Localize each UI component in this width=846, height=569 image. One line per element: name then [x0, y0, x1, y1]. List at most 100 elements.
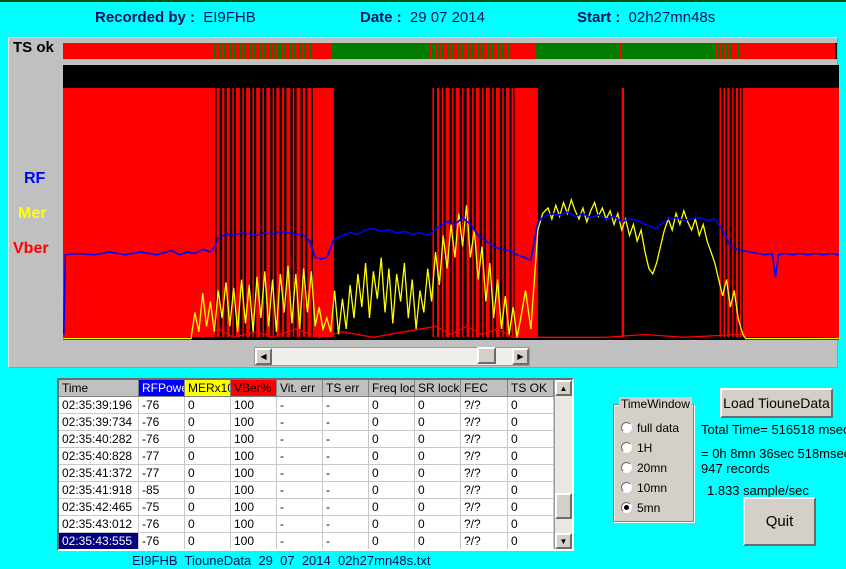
radio-option-5mn[interactable]: 5mn: [621, 498, 693, 517]
table-cell[interactable]: 0: [508, 516, 554, 533]
table-cell[interactable]: 100: [231, 414, 277, 431]
table-cell[interactable]: 0: [415, 414, 461, 431]
table-cell[interactable]: -85: [139, 482, 185, 499]
table-cell[interactable]: 02:35:43:012: [59, 516, 139, 533]
table-cell[interactable]: 0: [185, 397, 231, 414]
table-cell[interactable]: 0: [508, 499, 554, 516]
table-cell[interactable]: 02:35:39:734: [59, 414, 139, 431]
table-row[interactable]: 02:35:39:734-760100--00?/?0: [59, 414, 554, 431]
table-row[interactable]: 02:35:41:372-770100--00?/?0: [59, 465, 554, 482]
table-cell[interactable]: 0: [508, 533, 554, 549]
table-cell[interactable]: 02:35:41:372: [59, 465, 139, 482]
table-cell[interactable]: -: [277, 516, 323, 533]
table-cell[interactable]: -: [323, 516, 369, 533]
table-cell[interactable]: -: [277, 533, 323, 549]
table-cell[interactable]: 0: [415, 516, 461, 533]
table-cell[interactable]: 0: [508, 448, 554, 465]
radio-option-1H[interactable]: 1H: [621, 438, 693, 457]
table-cell[interactable]: 0: [369, 499, 415, 516]
vscroll-thumb[interactable]: [555, 493, 572, 519]
table-cell[interactable]: 02:35:41:918: [59, 482, 139, 499]
table-cell[interactable]: 100: [231, 397, 277, 414]
table-cell[interactable]: 0: [185, 431, 231, 448]
radio-option-10mn[interactable]: 10mn: [621, 478, 693, 497]
table-cell[interactable]: 0: [369, 533, 415, 549]
table-cell[interactable]: -76: [139, 533, 185, 549]
table-cell[interactable]: 0: [185, 516, 231, 533]
table-cell[interactable]: -: [323, 465, 369, 482]
table-cell[interactable]: -: [323, 533, 369, 549]
table-cell[interactable]: ?/?: [461, 499, 508, 516]
table-cell[interactable]: 0: [369, 431, 415, 448]
hscroll-track[interactable]: [272, 348, 512, 365]
table-cell[interactable]: 0: [185, 533, 231, 549]
table-cell[interactable]: -: [277, 397, 323, 414]
table-cell[interactable]: ?/?: [461, 482, 508, 499]
table-cell[interactable]: -: [323, 448, 369, 465]
table-cell[interactable]: 100: [231, 431, 277, 448]
table-cell[interactable]: -: [277, 414, 323, 431]
table-cell[interactable]: 100: [231, 482, 277, 499]
table-row[interactable]: 02:35:39:196-760100--00?/?0: [59, 397, 554, 414]
table-cell[interactable]: 0: [508, 482, 554, 499]
table-row[interactable]: 02:35:43:012-760100--00?/?0: [59, 516, 554, 533]
table-cell[interactable]: ?/?: [461, 465, 508, 482]
table-cell[interactable]: 100: [231, 448, 277, 465]
table-cell[interactable]: 0: [508, 465, 554, 482]
table-cell[interactable]: -: [323, 482, 369, 499]
table-cell[interactable]: -: [323, 414, 369, 431]
hscroll-left-arrow-icon[interactable]: ◀: [255, 348, 272, 365]
table-cell[interactable]: 0: [369, 482, 415, 499]
table-cell[interactable]: 02:35:40:828: [59, 448, 139, 465]
table-cell[interactable]: ?/?: [461, 516, 508, 533]
table-cell[interactable]: -: [277, 448, 323, 465]
table-cell[interactable]: 0: [508, 397, 554, 414]
radio-icon[interactable]: [621, 482, 632, 493]
quit-button[interactable]: Quit: [743, 497, 816, 546]
table-cell[interactable]: 0: [185, 448, 231, 465]
table-cell[interactable]: 0: [185, 465, 231, 482]
table-cell[interactable]: -: [277, 465, 323, 482]
table-cell[interactable]: -: [277, 499, 323, 516]
table-cell[interactable]: 02:35:42:465: [59, 499, 139, 516]
table-cell[interactable]: 0: [369, 397, 415, 414]
table-cell[interactable]: ?/?: [461, 414, 508, 431]
vscroll-up-arrow-icon[interactable]: ▲: [555, 380, 572, 396]
table-vscrollbar[interactable]: ▲ ▼: [554, 380, 572, 549]
table-cell[interactable]: 0: [415, 448, 461, 465]
table-cell[interactable]: -: [323, 431, 369, 448]
radio-option-20mn[interactable]: 20mn: [621, 458, 693, 477]
table-cell[interactable]: -76: [139, 397, 185, 414]
table-cell[interactable]: 0: [185, 499, 231, 516]
table-cell[interactable]: 0: [508, 414, 554, 431]
table-cell[interactable]: 0: [369, 465, 415, 482]
table-cell[interactable]: -77: [139, 465, 185, 482]
table-cell[interactable]: 0: [369, 414, 415, 431]
hscroll-right-arrow-icon[interactable]: ▶: [512, 348, 529, 365]
table-cell[interactable]: 100: [231, 499, 277, 516]
table-cell[interactable]: -: [323, 397, 369, 414]
table-cell[interactable]: 0: [415, 397, 461, 414]
table-cell[interactable]: -: [323, 499, 369, 516]
table-cell[interactable]: 02:35:43:555: [59, 533, 139, 549]
records-table-body[interactable]: TimeRFPowerMERx10VBer%Vit. errTS errFreq…: [59, 380, 554, 549]
table-cell[interactable]: 0: [185, 482, 231, 499]
table-cell[interactable]: 02:35:40:282: [59, 431, 139, 448]
table-cell[interactable]: ?/?: [461, 533, 508, 549]
table-cell[interactable]: 0: [415, 499, 461, 516]
chart-hscrollbar[interactable]: ◀ ▶: [254, 347, 530, 366]
radio-icon[interactable]: [621, 502, 632, 513]
table-cell[interactable]: 0: [415, 533, 461, 549]
vscroll-down-arrow-icon[interactable]: ▼: [555, 533, 572, 549]
table-cell[interactable]: 100: [231, 533, 277, 549]
table-cell[interactable]: -: [277, 431, 323, 448]
table-cell[interactable]: -: [277, 482, 323, 499]
table-cell[interactable]: -76: [139, 414, 185, 431]
table-cell[interactable]: 0: [369, 448, 415, 465]
table-cell[interactable]: -77: [139, 448, 185, 465]
table-cell[interactable]: ?/?: [461, 397, 508, 414]
radio-icon[interactable]: [621, 462, 632, 473]
table-row[interactable]: 02:35:40:828-770100--00?/?0: [59, 448, 554, 465]
table-row[interactable]: 02:35:43:555-760100--00?/?0: [59, 533, 554, 549]
table-cell[interactable]: 100: [231, 465, 277, 482]
